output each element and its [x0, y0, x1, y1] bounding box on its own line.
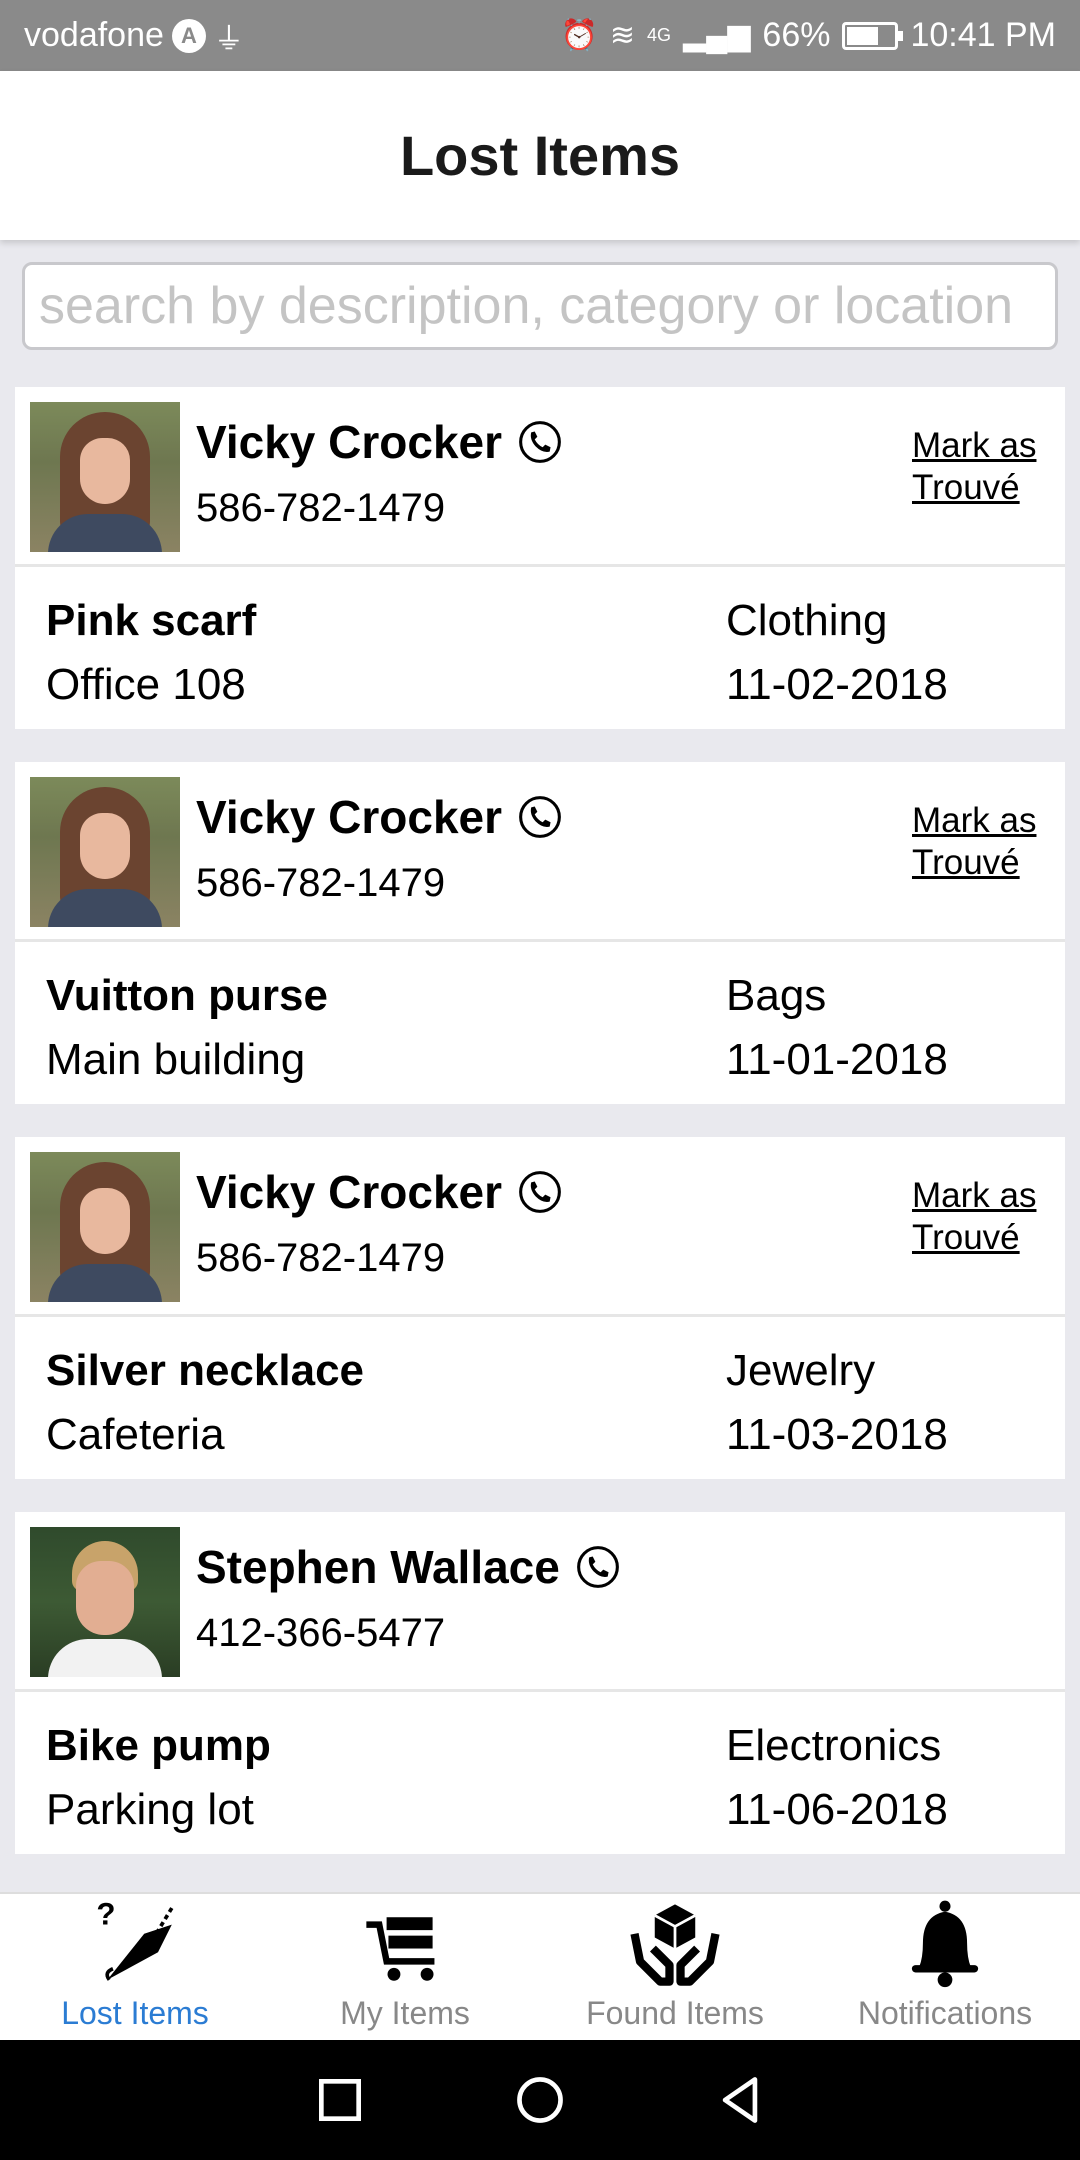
lost-item-card[interactable]: Vicky Crocker 586-782-1479 Mark as Trouvé V… [15, 762, 1065, 1104]
item-category: Clothing [726, 596, 888, 645]
item-location: Cafeteria [46, 1410, 225, 1459]
mark-as-found-link[interactable]: Mark as Trouvé [912, 800, 1040, 884]
alarm-icon: ⏰ [560, 19, 598, 52]
item-details: Silver necklace Cafeteria Jewelry 11-03-201… [15, 1317, 1065, 1479]
tab-label: Lost Items [61, 1995, 209, 2031]
vpn-icon: A [171, 18, 206, 53]
item-details: Pink scarf Office 108 Clothing 11-02-2018 [15, 567, 1065, 729]
svg-text:?: ? [96, 1897, 115, 1932]
item-category: Bags [726, 971, 827, 1020]
item-date: 11-06-2018 [726, 1785, 948, 1834]
owner-name: Vicky Crocker [196, 1166, 503, 1218]
item-location: Parking lot [46, 1785, 254, 1834]
item-category: Electronics [726, 1721, 942, 1770]
clock: 10:41 PM [910, 16, 1056, 54]
lost-item-card[interactable]: Vicky Crocker 586-782-1479 Mark as Trouvé S… [15, 1137, 1065, 1479]
owner-name: Stephen Wallace [196, 1541, 560, 1593]
search-input[interactable] [39, 276, 1041, 336]
owner-info: Vicky Crocker 586-782-1479 [196, 777, 562, 906]
owner-row: Vicky Crocker 586-782-1479 Mark as Trouvé [15, 387, 1065, 567]
item-category: Jewelry [726, 1346, 876, 1395]
mark-as-found-link[interactable]: Mark as Trouvé [912, 1175, 1040, 1259]
tab-label: My Items [340, 1995, 470, 2031]
lost-items-list: Vicky Crocker 586-782-1479 Mark as Trouvé P… [15, 387, 1065, 1887]
lost-item-card[interactable]: Vicky Crocker 586-782-1479 Mark as Trouvé P… [15, 387, 1065, 729]
phone-icon[interactable] [518, 1170, 562, 1214]
owner-name: Vicky Crocker [196, 791, 503, 843]
phone-icon[interactable] [576, 1545, 620, 1589]
lost-item-card[interactable]: Stephen Wallace 412-366-5477 Bike pump Park… [15, 1512, 1065, 1854]
bottom-tab-bar: ? Lost Items My Items Found Items Notifi… [0, 1892, 1080, 2040]
tab-lost-items[interactable]: ? Lost Items [0, 1894, 270, 2040]
search-box[interactable] [22, 262, 1058, 350]
cart-icon [366, 1917, 435, 1981]
system-navigation-bar [0, 2040, 1080, 2160]
lost-items-icon: ? [96, 1897, 174, 1981]
status-bar: vodafone A ⏚ ⏰ ≋ 4G ▂▄▆ 66% 10:41 PM [0, 0, 1080, 71]
network-type-label: 4G [646, 25, 671, 45]
tab-label: Found Items [586, 1995, 764, 2031]
item-title: Bike pump [46, 1721, 271, 1770]
wifi-icon: ≋ [609, 19, 635, 52]
hands-box-icon [630, 1904, 720, 1986]
recents-icon[interactable] [312, 2072, 368, 2128]
home-icon[interactable] [512, 2072, 568, 2128]
owner-info: Vicky Crocker 586-782-1479 [196, 1152, 562, 1281]
owner-row: Vicky Crocker 586-782-1479 Mark as Trouvé [15, 762, 1065, 942]
avatar [30, 402, 180, 552]
avatar [30, 1152, 180, 1302]
bell-icon [911, 1900, 979, 1988]
carrier-label: vodafone [24, 16, 164, 54]
avatar [30, 1527, 180, 1677]
signal-icon: ▂▄▆ [683, 19, 751, 52]
owner-info: Vicky Crocker 586-782-1479 [196, 402, 562, 531]
tab-label: Notifications [857, 1995, 1033, 2031]
mark-as-found-link[interactable]: Mark as Trouvé [912, 425, 1040, 509]
owner-phone: 586-782-1479 [196, 486, 446, 530]
app-header: Lost Items [0, 71, 1080, 240]
item-details: Vuitton purse Main building Bags 11-01-2018 [15, 942, 1065, 1104]
item-title: Silver necklace [46, 1346, 365, 1395]
tab-my-items[interactable]: My Items [270, 1894, 540, 2040]
owner-name: Vicky Crocker [196, 416, 503, 468]
phone-icon[interactable] [518, 420, 562, 464]
owner-phone: 586-782-1479 [196, 1236, 446, 1280]
owner-phone: 586-782-1479 [196, 861, 446, 905]
phone-icon[interactable] [518, 795, 562, 839]
page-title: Lost Items [399, 124, 681, 187]
item-details: Bike pump Parking lot Electronics 11-06-201… [15, 1692, 1065, 1854]
usb-icon: ⏚ [213, 22, 244, 56]
battery-icon [842, 21, 904, 50]
item-location: Main building [46, 1035, 306, 1084]
owner-phone: 412-366-5477 [196, 1611, 446, 1655]
owner-row: Stephen Wallace 412-366-5477 [15, 1512, 1065, 1692]
item-title: Vuitton purse [46, 971, 328, 1020]
owner-row: Vicky Crocker 586-782-1479 Mark as Trouvé [15, 1137, 1065, 1317]
battery-percent: 66% [762, 16, 831, 54]
item-date: 11-02-2018 [726, 660, 948, 709]
item-date: 11-01-2018 [726, 1035, 948, 1084]
item-title: Pink scarf [46, 596, 257, 645]
item-date: 11-03-2018 [726, 1410, 948, 1459]
item-location: Office 108 [46, 660, 246, 709]
back-icon[interactable] [712, 2072, 768, 2128]
avatar [30, 777, 180, 927]
tab-found-items[interactable]: Found Items [540, 1894, 810, 2040]
owner-info: Stephen Wallace 412-366-5477 [196, 1527, 620, 1656]
tab-notifications[interactable]: Notifications [810, 1894, 1080, 2040]
